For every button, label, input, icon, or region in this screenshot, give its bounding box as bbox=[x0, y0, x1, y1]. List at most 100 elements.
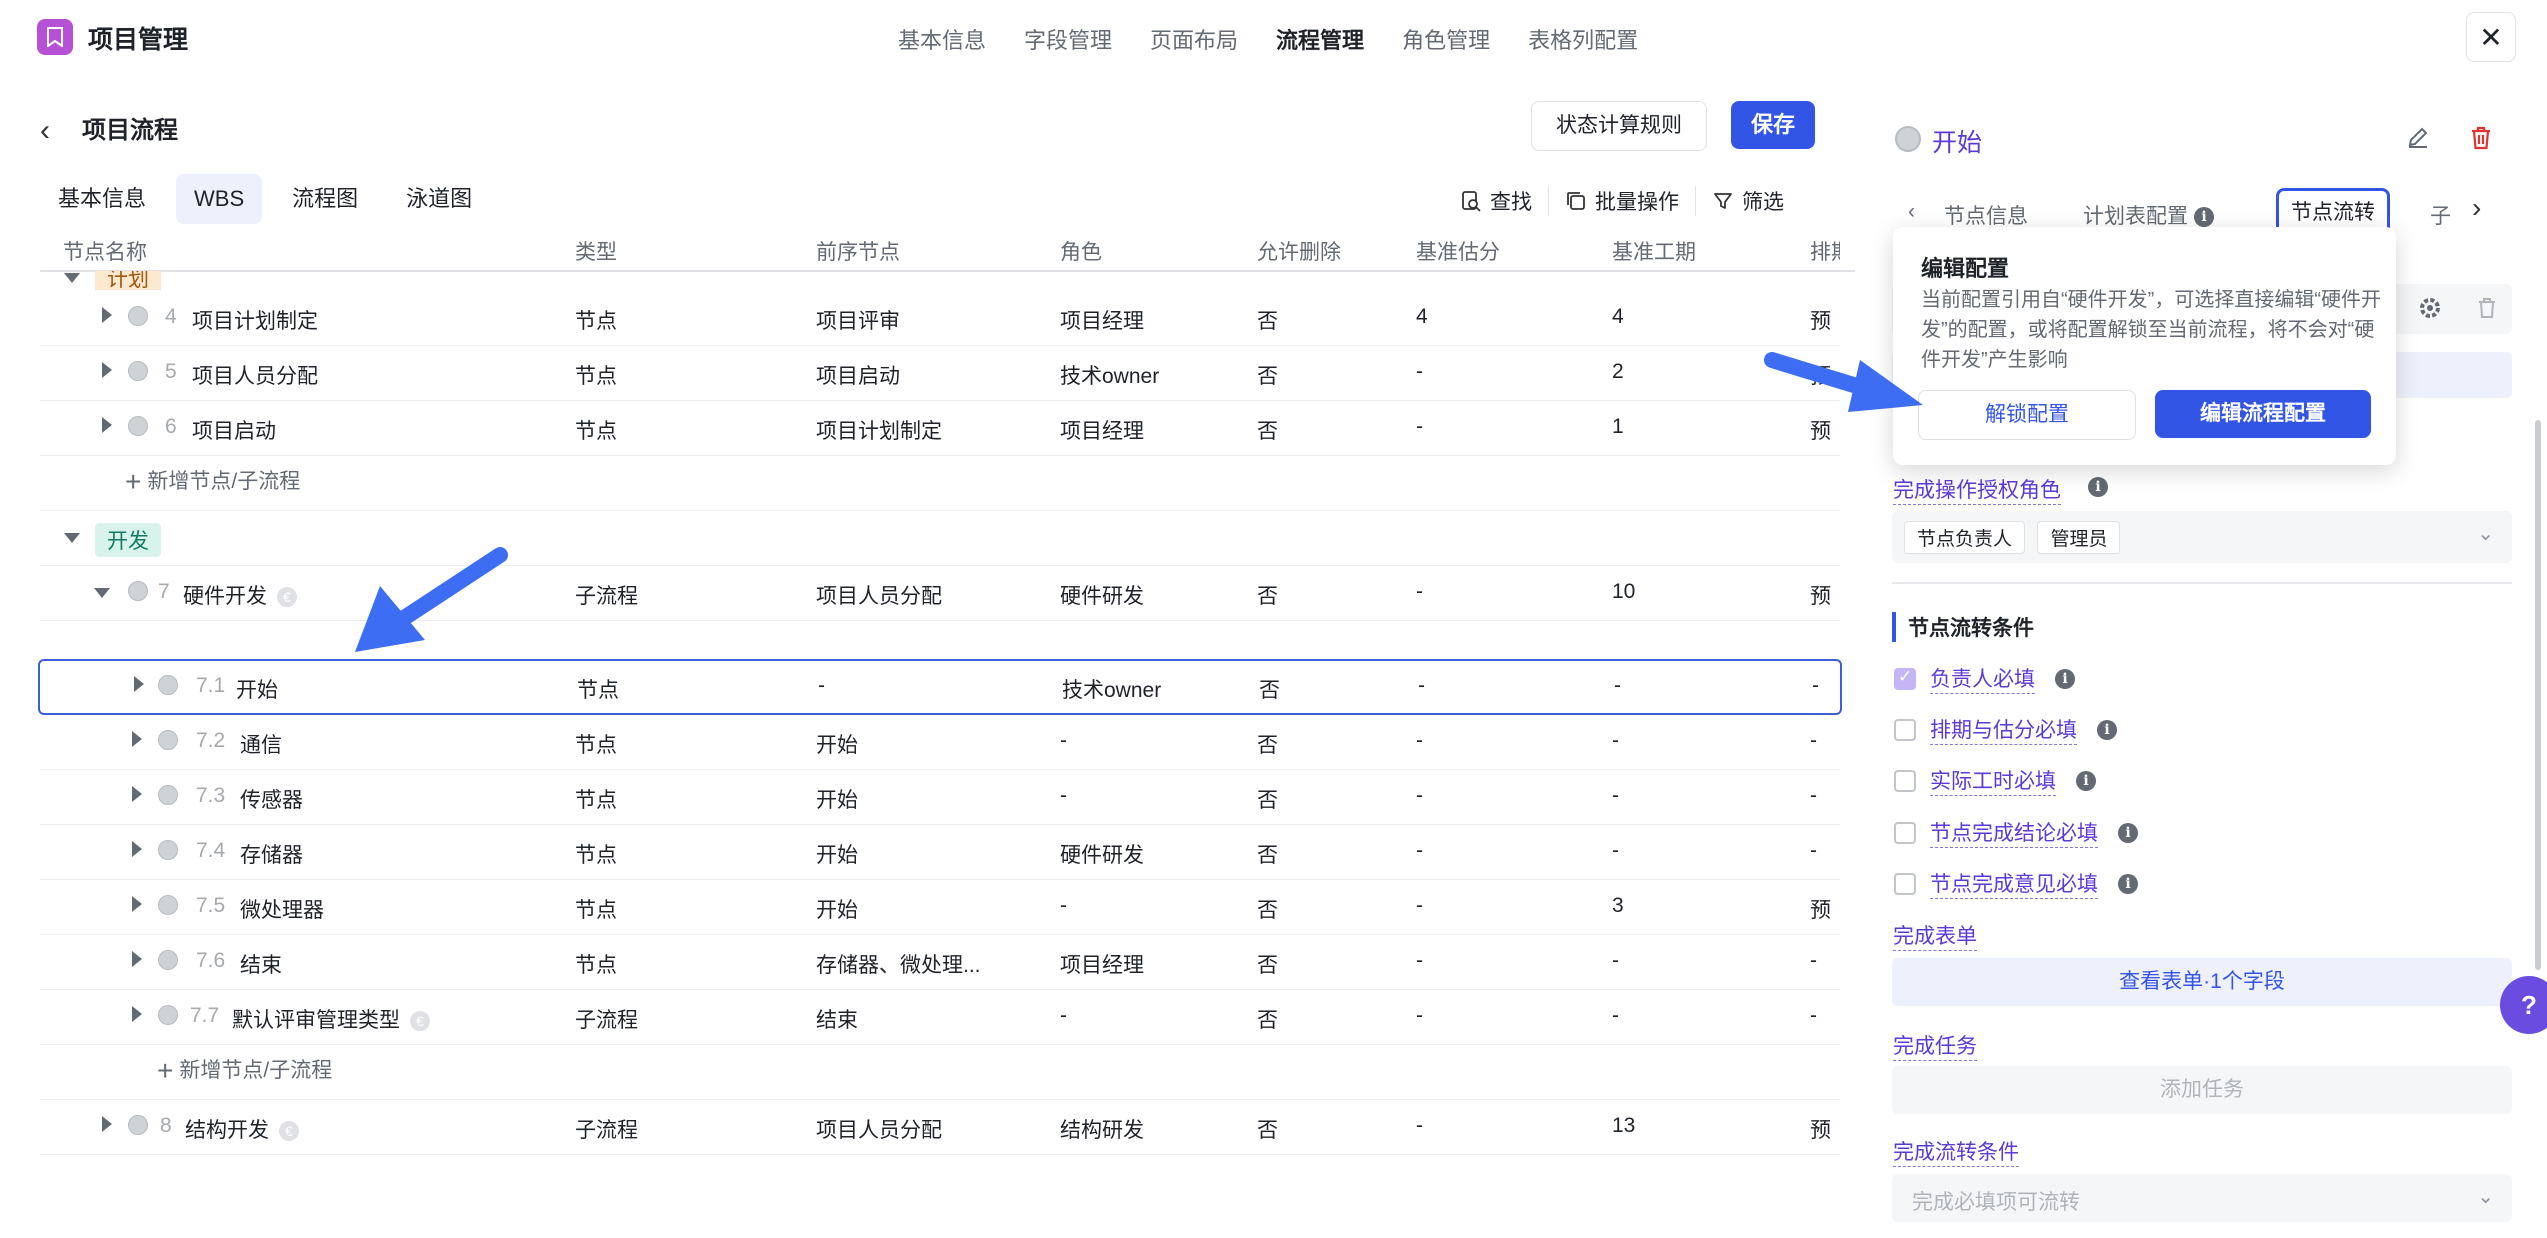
table-row[interactable]: 4 项目计划制定 节点 项目评审 项目经理 否 4 4 预计 bbox=[40, 290, 1840, 346]
table-row[interactable]: 7.2 通信 节点 开始 - 否 - - - bbox=[40, 714, 1840, 770]
group-row-dev[interactable]: 开发 bbox=[40, 510, 1840, 566]
duration: 3 bbox=[1612, 894, 1624, 917]
top-tab-page-layout[interactable]: 页面布局 bbox=[1150, 23, 1238, 55]
table-row[interactable]: 7.5 微处理器 节点 开始 - 否 - 3 预计 bbox=[40, 879, 1840, 935]
add-node-button[interactable]: + 新增节点/子流程 bbox=[125, 465, 300, 498]
tab-node-info[interactable]: 节点信息 bbox=[1944, 200, 2028, 230]
add-task-button[interactable]: 添加任务 bbox=[1892, 1066, 2512, 1114]
expand-icon[interactable] bbox=[134, 676, 144, 692]
expand-icon[interactable] bbox=[102, 362, 112, 378]
gear-icon[interactable] bbox=[2418, 296, 2442, 325]
column-header-deletable: 允许删除 bbox=[1257, 241, 1341, 264]
table-row[interactable]: 7.4 存储器 节点 开始 硬件研发 否 - - - bbox=[40, 824, 1840, 880]
expand-icon[interactable] bbox=[132, 896, 142, 912]
flow-condition-select[interactable]: 完成必填项可流转 ⌄ bbox=[1892, 1174, 2512, 1222]
row-number: 6 bbox=[165, 415, 177, 438]
tab-swimlane[interactable]: 泳道图 bbox=[388, 174, 490, 224]
status-dot-icon bbox=[128, 361, 148, 381]
checkbox[interactable] bbox=[1894, 821, 1916, 844]
batch-operation-label: 批量操作 bbox=[1595, 191, 1679, 214]
collapse-icon[interactable] bbox=[64, 273, 80, 283]
group-row-plan[interactable]: 计划 bbox=[40, 271, 1840, 290]
tab-sub[interactable]: 子 bbox=[2430, 200, 2451, 230]
tab-basic-info[interactable]: 基本信息 bbox=[40, 174, 164, 224]
info-icon: i bbox=[2097, 719, 2117, 740]
condition-conclusion-required[interactable]: 节点完成结论必填 i bbox=[1894, 817, 2138, 848]
top-tab-field-management[interactable]: 字段管理 bbox=[1024, 23, 1112, 55]
tab-wbs[interactable]: WBS bbox=[176, 174, 263, 224]
table-row[interactable]: 7 硬件开发 € 子流程 项目人员分配 硬件研发 否 - 10 预计 bbox=[40, 565, 1840, 621]
find-button[interactable]: 查找 bbox=[1444, 186, 1548, 216]
collapse-icon[interactable] bbox=[64, 533, 80, 543]
node-type: 子流程 bbox=[575, 1119, 638, 1142]
node-name: 存储器 bbox=[240, 844, 303, 867]
batch-operation-button[interactable]: 批量操作 bbox=[1548, 186, 1695, 216]
top-tab-flow-management[interactable]: 流程管理 bbox=[1276, 23, 1364, 55]
auth-role-label: 完成操作授权角色 bbox=[1893, 474, 2061, 505]
edit-flow-config-button[interactable]: 编辑流程配置 bbox=[2155, 390, 2371, 438]
column-header-name: 节点名称 bbox=[63, 241, 147, 264]
expand-icon[interactable] bbox=[132, 731, 142, 747]
top-tab-table-columns[interactable]: 表格列配置 bbox=[1528, 23, 1638, 55]
collapse-icon[interactable] bbox=[94, 588, 110, 598]
popover-title: 编辑配置 bbox=[1921, 256, 2010, 281]
schedule: 预计 bbox=[1810, 310, 1832, 333]
table-row[interactable]: 8 结构开发 € 子流程 项目人员分配 结构研发 否 - 13 预计 bbox=[40, 1099, 1840, 1155]
add-node-button[interactable]: + 新增节点/子流程 bbox=[157, 1054, 332, 1087]
duration: 2 bbox=[1612, 360, 1624, 383]
table-row[interactable]: 7.3 传感器 节点 开始 - 否 - - - bbox=[40, 769, 1840, 825]
role: - bbox=[1060, 894, 1067, 917]
checkbox[interactable] bbox=[1894, 718, 1916, 741]
table-row-selected[interactable]: 7.1 开始 节点 - 技术owner 否 - - - bbox=[38, 659, 1842, 715]
auth-role-select[interactable]: 节点负责人 管理员 ⌄ bbox=[1892, 511, 2512, 563]
schedule: 预计 bbox=[1810, 365, 1832, 388]
checkbox[interactable] bbox=[1894, 769, 1916, 792]
tab-plan-config[interactable]: 计划表配置 i bbox=[2083, 200, 2214, 230]
expand-icon[interactable] bbox=[132, 841, 142, 857]
expand-icon[interactable] bbox=[132, 786, 142, 802]
expand-icon[interactable] bbox=[102, 307, 112, 323]
plus-icon: + bbox=[157, 1055, 174, 1087]
table-toolbar: 查找 批量操作 筛选 bbox=[1444, 186, 1800, 216]
flow-condition-placeholder: 完成必填项可流转 bbox=[1912, 1191, 2080, 1214]
table-row[interactable]: 7.6 结束 节点 存储器、微处理... 项目经理 否 - - - bbox=[40, 934, 1840, 990]
expand-icon[interactable] bbox=[132, 1006, 142, 1022]
filter-button[interactable]: 筛选 bbox=[1695, 186, 1800, 216]
save-button[interactable]: 保存 bbox=[1731, 101, 1815, 149]
expand-icon[interactable] bbox=[102, 417, 112, 433]
deletable: 否 bbox=[1257, 365, 1278, 388]
scrollbar[interactable] bbox=[2535, 420, 2541, 970]
unlock-config-button[interactable]: 解锁配置 bbox=[1918, 390, 2136, 440]
expand-icon[interactable] bbox=[102, 1116, 112, 1132]
add-node-row[interactable]: + 新增节点/子流程 bbox=[40, 1044, 1840, 1100]
column-header-type: 类型 bbox=[575, 241, 617, 264]
delete-icon[interactable] bbox=[2476, 296, 2498, 325]
role: 项目经理 bbox=[1060, 420, 1144, 443]
checkbox[interactable] bbox=[1894, 667, 1916, 690]
deletable: 否 bbox=[1257, 1009, 1278, 1032]
table-row[interactable]: 7.7 默认评审管理类型 € 子流程 结束 - 否 - - - bbox=[40, 989, 1840, 1045]
condition-owner-required[interactable]: 负责人必填 i bbox=[1894, 663, 2075, 694]
table-row[interactable]: 5 项目人员分配 节点 项目启动 技术owner 否 - 2 预计 bbox=[40, 345, 1840, 401]
top-tab-basic-info[interactable]: 基本信息 bbox=[898, 23, 986, 55]
tabs-prev-icon[interactable]: ‹ bbox=[1908, 200, 1915, 224]
condition-opinion-required[interactable]: 节点完成意见必填 i bbox=[1894, 868, 2138, 899]
close-button[interactable]: ✕ bbox=[2466, 12, 2516, 62]
checkbox[interactable] bbox=[1894, 872, 1916, 895]
top-tab-role-management[interactable]: 角色管理 bbox=[1402, 23, 1490, 55]
tabs-next-icon[interactable]: › bbox=[2472, 192, 2481, 224]
role: 硬件研发 bbox=[1060, 844, 1144, 867]
edit-icon[interactable] bbox=[2406, 125, 2430, 154]
status-rules-button[interactable]: 状态计算规则 bbox=[1531, 101, 1707, 151]
add-node-row[interactable]: + 新增节点/子流程 bbox=[40, 455, 1840, 511]
tab-flowchart[interactable]: 流程图 bbox=[274, 174, 376, 224]
trash-icon[interactable] bbox=[2469, 125, 2493, 156]
condition-schedule-required[interactable]: 排期与估分必填 i bbox=[1894, 714, 2117, 745]
expand-icon[interactable] bbox=[132, 951, 142, 967]
table-row[interactable]: 6 项目启动 节点 项目计划制定 项目经理 否 - 1 预计 bbox=[40, 400, 1840, 456]
back-arrow-icon[interactable]: ‹ bbox=[40, 114, 50, 148]
column-header-schedule: 排期 bbox=[1810, 241, 1840, 264]
estimate: - bbox=[1416, 360, 1423, 383]
condition-worktime-required[interactable]: 实际工时必填 i bbox=[1894, 765, 2096, 796]
view-form-button[interactable]: 查看表单·1个字段 bbox=[1892, 958, 2512, 1006]
